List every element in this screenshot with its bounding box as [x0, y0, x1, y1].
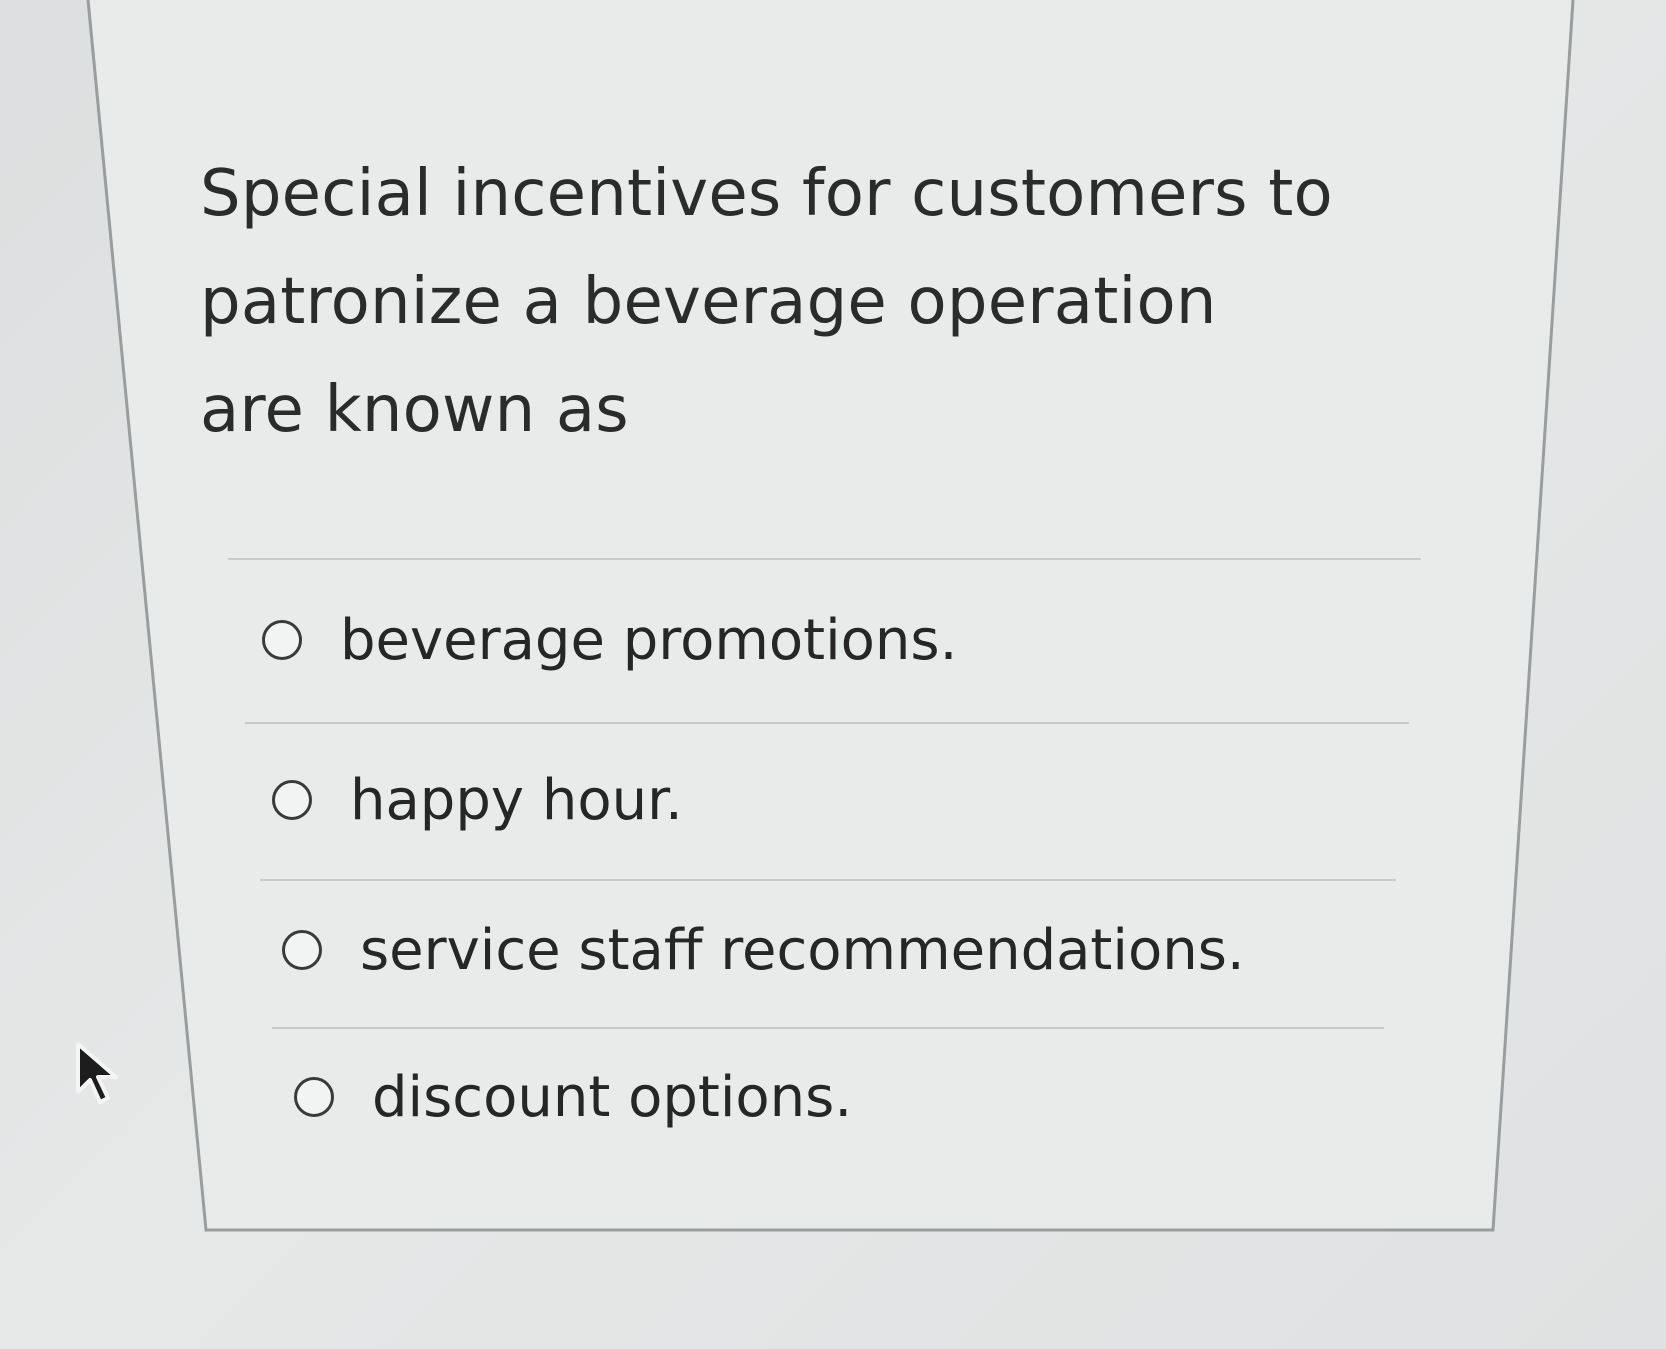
- question-text: Special incentives for customers to patr…: [200, 157, 1333, 447]
- answer-option-beverage-promotions[interactable]: beverage promotions.: [262, 600, 957, 680]
- answer-label: beverage promotions.: [340, 607, 958, 673]
- answer-divider: [245, 722, 1409, 724]
- answer-divider: [260, 879, 1396, 881]
- answer-option-discount-options[interactable]: discount options.: [294, 1057, 852, 1137]
- radio-button-icon[interactable]: [294, 1077, 334, 1117]
- radio-button-icon[interactable]: [272, 780, 312, 820]
- mouse-cursor-icon: [76, 1042, 118, 1104]
- radio-button-icon[interactable]: [262, 620, 302, 660]
- answer-divider: [228, 558, 1421, 560]
- radio-button-icon[interactable]: [282, 930, 322, 970]
- answer-divider: [272, 1027, 1384, 1029]
- answer-option-service-staff-recommendations[interactable]: service staff recommendations.: [282, 910, 1245, 990]
- answer-label: discount options.: [372, 1064, 853, 1130]
- answer-label: happy hour.: [350, 767, 683, 833]
- answer-label: service staff recommendations.: [360, 917, 1245, 983]
- answer-option-happy-hour[interactable]: happy hour.: [272, 760, 683, 840]
